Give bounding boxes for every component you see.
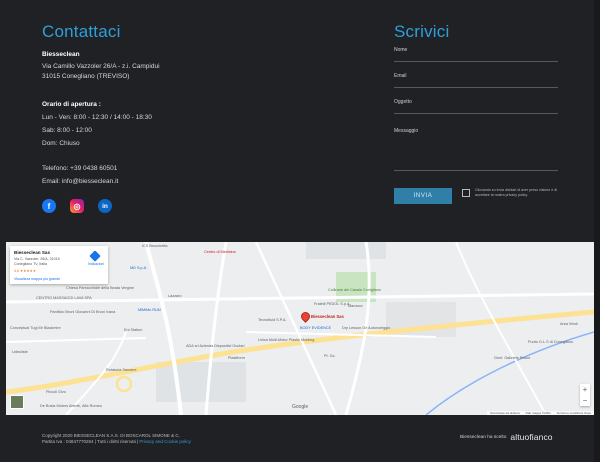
map-label: ICS Bruschetta <box>142 244 168 248</box>
map-label: Tecnofluid S.P.A. <box>258 318 287 322</box>
message-field[interactable]: Messaggio <box>394 128 558 171</box>
map-label: Eni Station <box>124 328 143 332</box>
zoom-out-button[interactable]: − <box>580 395 590 406</box>
instagram-icon[interactable]: ◎ <box>70 199 84 213</box>
place-card: Biesseclean Sas Via C. Vazzoler, 26/A, 3… <box>10 246 108 284</box>
email-label: Email <box>394 73 407 79</box>
map-label: Rotatoria Sausere <box>106 368 137 372</box>
map-label: Udeuliste <box>12 350 28 354</box>
terms-link[interactable]: Termini e condizioni d'uso <box>557 411 591 415</box>
map-label: Punto G.L.S di Conegliano <box>528 340 573 344</box>
map-label: BODY EVIDENCE <box>300 326 332 330</box>
zoom-in-button[interactable]: + <box>580 384 590 395</box>
address-line-1: Via Camillo Vazzoler 26/A - z.i. Campidu… <box>42 63 160 70</box>
map-label: MD S.p.A <box>130 266 147 270</box>
directions-button[interactable]: Indicazioni <box>88 250 105 266</box>
company-name: Biesseclean <box>42 51 80 58</box>
map-label: Manzoor <box>348 304 363 308</box>
hours-saturday: Sab: 8:00 - 12:00 <box>42 127 92 134</box>
place-address: Via C. Vazzoler, 26/A, 31015 Conegliano … <box>14 257 60 266</box>
map-label: Chiesa Parrocchiale della Beata Vergine <box>66 286 134 290</box>
directions-label: Indicazioni <box>88 262 105 266</box>
map-label: CENTRO MASSAGGI LAVA SPA <box>36 296 92 300</box>
place-name: Biesseclean Sas <box>14 250 51 255</box>
hours-title: Orario di apertura : <box>42 101 101 108</box>
email-field[interactable]: Email <box>394 73 558 88</box>
map-label: MiMiMo RUN <box>138 308 161 312</box>
zoom-control: + − <box>580 384 590 406</box>
agency-logo[interactable]: altuofianco <box>510 432 552 442</box>
credit-text: Biesseclean ha scelto <box>460 434 507 440</box>
view-larger-map-link[interactable]: Visualizza mappa più grande <box>14 277 60 281</box>
form-title: Scrivici <box>394 22 450 41</box>
message-label: Messaggio <box>394 128 419 134</box>
privacy-checkbox[interactable] <box>462 189 470 197</box>
contact-title: Contattaci <box>42 22 121 41</box>
hours-sunday: Dom: Chiuso <box>42 140 80 147</box>
map-label: Centro di Medicina <box>204 250 236 254</box>
linkedin-icon[interactable]: in <box>98 199 112 213</box>
map-label: Fratelli PEDOL S.p.A. <box>314 302 351 306</box>
social-links: f ◎ in <box>42 199 112 213</box>
satellite-toggle-icon[interactable] <box>10 395 24 409</box>
map-label: Plastiform <box>228 356 245 360</box>
place-rating: 4,6 ★★★★★ <box>14 269 37 273</box>
contact-section: Contattaci Biesseclean Via Camillo Vazzo… <box>42 22 342 213</box>
map-label: Unica Multi-Motor Plastic Molding <box>258 338 315 342</box>
map-embed[interactable]: ICS Bruschetta Centro di Medicina MD S.p… <box>6 242 594 415</box>
hours-weekdays: Lun - Ven: 8:00 - 12:30 / 14:00 - 18:30 <box>42 114 152 121</box>
page-scroll-edge <box>594 0 600 462</box>
map-label: Gent. Gabriele Pesce <box>494 356 531 360</box>
map-label: Area Work <box>560 322 578 326</box>
privacy-policy-link[interactable]: Privacy and Cookie policy <box>139 439 191 444</box>
map-label: Lazzaro <box>168 294 182 298</box>
footer-copyright: Copyright 2020 BIESSECLEAN S.A.S. DI BOS… <box>42 433 191 445</box>
map-label: Conceptual Tugi Mr Blackmire <box>10 326 61 330</box>
keyboard-shortcuts-link[interactable]: Scorciatoie da tastiera <box>490 411 520 415</box>
map-label: Collinare dei Casale Conigliano <box>328 288 381 292</box>
map-label: De Bosia Motors Aberth, Alfa Romeo <box>40 404 102 408</box>
contact-form: Scrivici Nome Email Oggetto Messaggio IN… <box>394 22 558 204</box>
map-label: Panificio Bruni Giovanni Di Bruni Ivana <box>50 310 116 314</box>
map-label: Dry Lesson Grl Autonoleggio <box>342 326 391 330</box>
name-field[interactable]: Nome <box>394 47 558 62</box>
pin-label[interactable]: Biesseclean Sas <box>311 314 344 319</box>
privacy-text: Cliccando su invia dichiari di aver pres… <box>475 188 558 197</box>
privacy-consent: Cliccando su invia dichiari di aver pres… <box>462 188 562 198</box>
subject-label: Oggetto <box>394 99 412 105</box>
map-label: ADA srl Azienda Dispositivi Oculari <box>186 344 245 348</box>
map-data-credit: Dati mappa ©2021 <box>525 411 551 415</box>
google-logo: Google <box>292 404 309 410</box>
subject-field[interactable]: Oggetto <box>394 99 558 114</box>
name-label: Nome <box>394 47 408 53</box>
facebook-icon[interactable]: f <box>42 199 56 213</box>
map-attribution: Scorciatoie da tastiera Dati mappa ©2021… <box>486 411 594 415</box>
directions-icon <box>89 250 101 262</box>
email-link[interactable]: Email: info@biesseclean.it <box>42 178 118 185</box>
map-label: Pt. Gc. <box>324 354 336 358</box>
address-line-2: 31015 Conegliano (TREVISO) <box>42 73 130 80</box>
vat-text: Partita Iva : 04847770264 | Tutti i diri… <box>42 439 139 444</box>
phone-link[interactable]: Telefono: +39 0438 60501 <box>42 165 117 172</box>
send-button[interactable]: INVIA <box>394 188 452 204</box>
map-label: Piccoli Givo <box>46 390 66 394</box>
footer-credit: Biesseclean ha scelto altuofianco <box>460 432 553 442</box>
